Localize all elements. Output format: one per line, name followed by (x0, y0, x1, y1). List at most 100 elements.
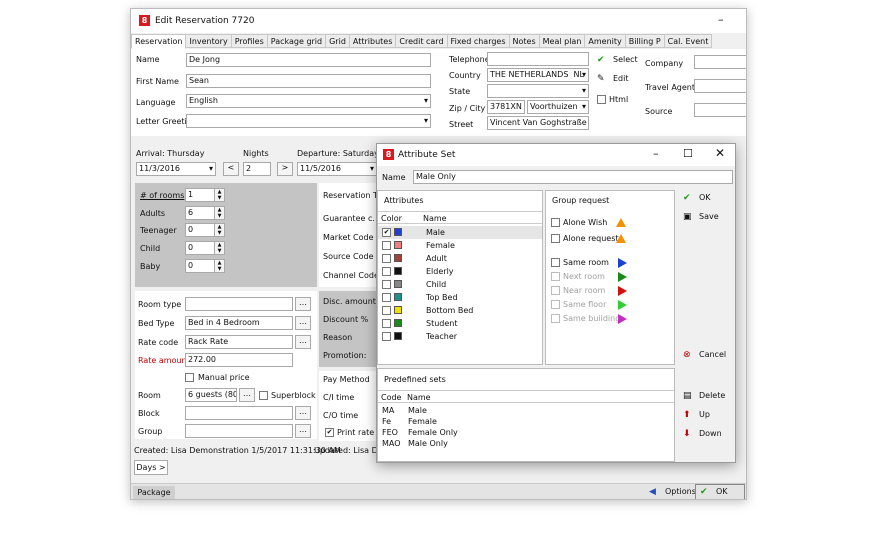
name-field[interactable]: De Jong (186, 53, 431, 67)
attribute-row[interactable]: Child (378, 278, 542, 291)
group-request-row[interactable]: Alone request (546, 233, 674, 245)
predefined-row[interactable]: MA Male (378, 406, 674, 417)
attribute-row[interactable]: Bottom Bed (378, 304, 542, 317)
cancel-button[interactable]: ⊗ Cancel (679, 347, 726, 363)
attribute-checkbox[interactable] (382, 241, 391, 250)
edit-button[interactable]: ✎ Edit (593, 71, 629, 87)
attribute-row[interactable]: Female (378, 239, 542, 252)
block-browse[interactable]: … (295, 406, 311, 420)
tab-fixed-charges[interactable]: Fixed charges (446, 34, 510, 48)
down-button[interactable]: ⬇ Down (679, 426, 722, 442)
group-request-checkbox[interactable] (551, 272, 560, 281)
predefined-row[interactable]: Fe Female (378, 417, 674, 428)
rooms-spinner[interactable]: ▲ ▼ (214, 189, 224, 201)
group-request-checkbox[interactable] (551, 258, 560, 267)
source-field[interactable] (694, 103, 746, 117)
attribute-checkbox[interactable] (382, 332, 391, 341)
attribute-row[interactable]: ✔ Male (378, 226, 542, 239)
country-select[interactable]: THE NETHERLANDS NL (487, 68, 589, 82)
baby-spinner[interactable]: ▲ ▼ (214, 260, 224, 272)
state-select[interactable] (487, 84, 589, 98)
adults-spinner[interactable]: ▲ ▼ (214, 207, 224, 219)
attribute-checkbox[interactable]: ✔ (382, 228, 391, 237)
group-browse[interactable]: … (295, 424, 311, 438)
street-field[interactable]: Vincent Van Goghstraße 6 (487, 116, 589, 130)
telephone-field[interactable] (487, 52, 589, 66)
tab-notes[interactable]: Notes (508, 34, 540, 48)
room-type-field[interactable] (185, 297, 293, 311)
adults-field[interactable]: 6 ▲ ▼ (185, 206, 225, 220)
attribute-checkbox[interactable] (382, 306, 391, 315)
group-request-row[interactable]: Next room (546, 271, 674, 283)
manual-price-checkbox[interactable] (185, 373, 194, 382)
main-ok-button[interactable]: ✔ OK (695, 484, 745, 499)
tab-profiles[interactable]: Profiles (230, 34, 268, 48)
group-field[interactable] (185, 424, 293, 438)
group-request-checkbox[interactable] (551, 300, 560, 309)
dialog-ok-button[interactable]: ✔ OK (679, 190, 711, 206)
predefined-row[interactable]: FEO Female Only (378, 428, 674, 439)
bed-type-field[interactable]: Bed in 4 Bedroom (185, 316, 293, 330)
maximize-icon[interactable]: ☐ (683, 147, 693, 160)
attribute-checkbox[interactable] (382, 319, 391, 328)
select-button[interactable]: ✔ Select (593, 52, 638, 68)
language-select[interactable]: English (186, 94, 431, 108)
close-icon[interactable]: ✕ (715, 146, 725, 160)
group-request-checkbox[interactable] (551, 286, 560, 295)
tab-grid[interactable]: Grid (325, 34, 350, 48)
up-button[interactable]: ⬆ Up (679, 407, 710, 423)
child-spinner[interactable]: ▲ ▼ (214, 242, 224, 254)
predefined-row[interactable]: MAO Male Only (378, 439, 674, 450)
package-tab[interactable]: Package (133, 486, 175, 499)
delete-button[interactable]: ▤ Delete (679, 388, 725, 404)
group-request-row[interactable]: Same room (546, 257, 674, 269)
prev-night-button[interactable]: < (223, 162, 239, 176)
print-rate-checkbox[interactable]: ✔ (325, 428, 334, 437)
tab-amenity[interactable]: Amenity (584, 34, 626, 48)
block-field[interactable] (185, 406, 293, 420)
teen-spinner[interactable]: ▲ ▼ (214, 224, 224, 236)
attribute-row[interactable]: Top Bed (378, 291, 542, 304)
options-button[interactable]: ◀ Options (645, 484, 696, 499)
room-type-browse[interactable]: … (295, 297, 311, 311)
set-name-field[interactable]: Male Only (413, 170, 733, 184)
attribute-checkbox[interactable] (382, 280, 391, 289)
save-button[interactable]: ▣ Save (679, 209, 719, 225)
company-field[interactable] (694, 55, 746, 69)
group-request-checkbox[interactable] (551, 218, 560, 227)
minimize-icon[interactable]: – (718, 13, 724, 26)
departure-date[interactable]: 11/5/2016 (297, 162, 377, 176)
rate-code-browse[interactable]: … (295, 335, 311, 349)
baby-field[interactable]: 0 ▲ ▼ (185, 259, 225, 273)
group-request-checkbox[interactable] (551, 234, 560, 243)
tab-credit-card[interactable]: Credit card (395, 34, 448, 48)
tab-reservation[interactable]: Reservation (131, 34, 187, 49)
superblock-checkbox[interactable] (259, 391, 268, 400)
room-browse[interactable]: … (239, 388, 255, 402)
rate-amount-field[interactable]: 272.00 (185, 353, 293, 367)
group-request-row[interactable]: Same floor (546, 299, 674, 311)
next-night-button[interactable]: > (277, 162, 293, 176)
arrival-date[interactable]: 11/3/2016 (136, 162, 216, 176)
teen-field[interactable]: 0 ▲ ▼ (185, 223, 225, 237)
attribute-checkbox[interactable] (382, 293, 391, 302)
attribute-row[interactable]: Student (378, 317, 542, 330)
group-request-row[interactable]: Same building (546, 313, 674, 325)
first-name-field[interactable]: Sean (186, 74, 431, 88)
room-field[interactable]: 6 guests (804 (185, 388, 237, 402)
days-button[interactable]: Days > (134, 460, 168, 475)
city-select[interactable]: Voorthuizen (527, 100, 589, 114)
nights-field[interactable]: 2 (243, 162, 271, 176)
group-request-checkbox[interactable] (551, 314, 560, 323)
rate-code-field[interactable]: Rack Rate (185, 335, 293, 349)
zip-field[interactable]: 3781XN (487, 100, 525, 114)
attribute-checkbox[interactable] (382, 254, 391, 263)
tab-package-grid[interactable]: Package grid (266, 34, 327, 48)
tab-cal-event[interactable]: Cal. Event (663, 34, 713, 48)
tab-meal-plan[interactable]: Meal plan (538, 34, 586, 48)
group-request-row[interactable]: Near room (546, 285, 674, 297)
attribute-row[interactable]: Elderly (378, 265, 542, 278)
attribute-row[interactable]: Adult (378, 252, 542, 265)
greeting-select[interactable] (186, 114, 431, 128)
attribute-row[interactable]: Teacher (378, 330, 542, 343)
